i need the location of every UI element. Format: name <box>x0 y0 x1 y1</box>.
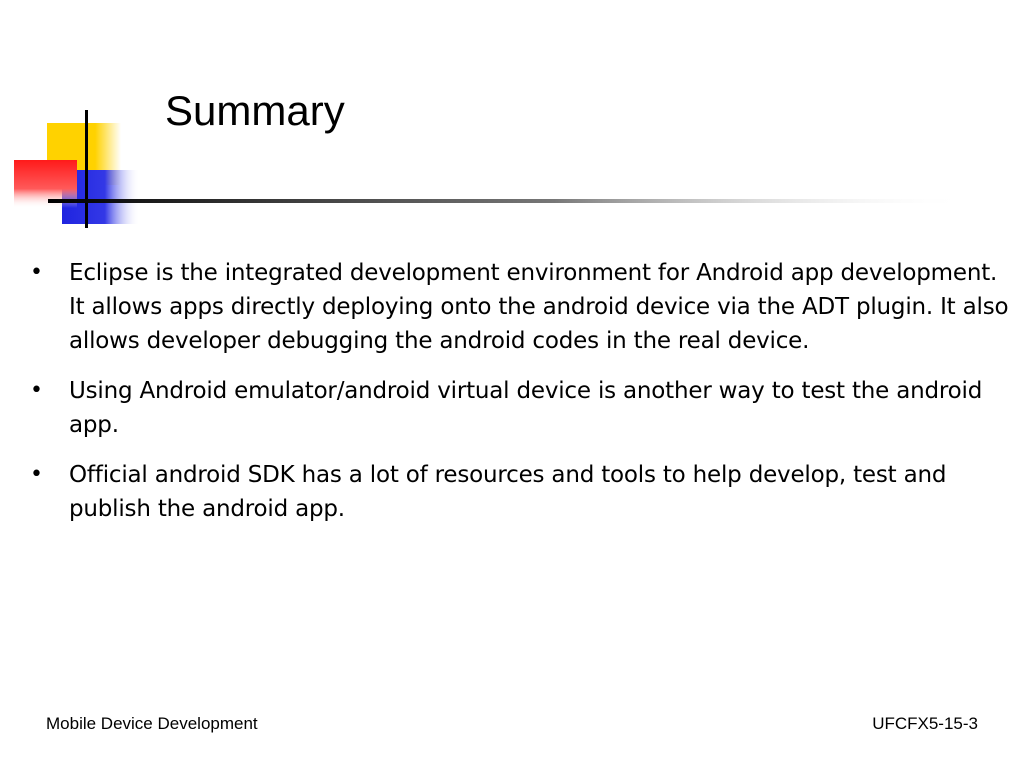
title-underline <box>48 199 968 203</box>
bullet-item: • Using Android emulator/android virtual… <box>30 374 1010 442</box>
footer-course-code: UFCFX5-15-3 <box>872 714 978 733</box>
bullet-icon: • <box>30 462 43 487</box>
bullet-icon: • <box>30 378 43 403</box>
title-decoration-graphic <box>14 110 968 228</box>
bullet-item: • Eclipse is the integrated development … <box>30 256 1010 358</box>
bullet-text: Eclipse is the integrated development en… <box>69 260 1009 354</box>
bullet-item: • Official android SDK has a lot of reso… <box>30 458 1010 526</box>
bullet-text: Using Android emulator/android virtual d… <box>69 378 983 438</box>
footer-course-name: Mobile Device Development <box>46 714 258 733</box>
bullet-text: Official android SDK has a lot of resour… <box>69 462 947 522</box>
bullet-list: • Eclipse is the integrated development … <box>30 256 1010 542</box>
vertical-rule <box>85 110 88 228</box>
bullet-icon: • <box>30 260 43 285</box>
slide-title: Summary <box>165 87 345 134</box>
